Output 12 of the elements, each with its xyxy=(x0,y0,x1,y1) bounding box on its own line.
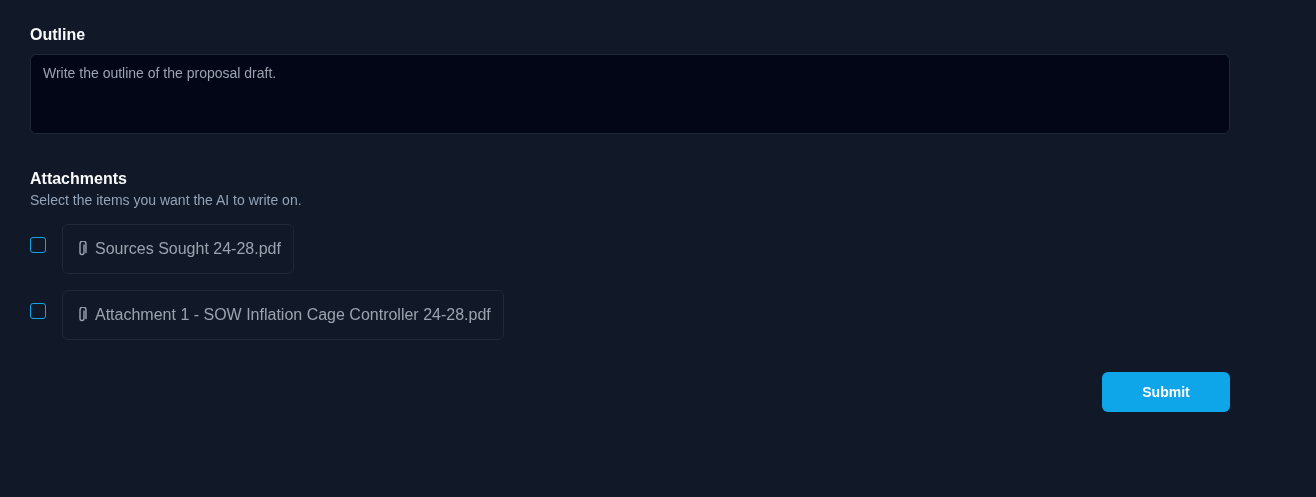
attachment-name: Attachment 1 - SOW Inflation Cage Controller 24-28.pdf xyxy=(95,306,491,324)
attachments-description: Select the items you want the AI to write on. xyxy=(30,192,303,208)
checkbox[interactable] xyxy=(30,303,46,319)
attachment-name: Sources Sought 24-28.pdf xyxy=(95,240,281,258)
outline-label: Outline xyxy=(30,26,87,44)
outline-field[interactable]: Write the outline of the proposal draft. xyxy=(30,54,1230,134)
attachments-title: Attachments xyxy=(30,170,128,188)
paperclip-icon xyxy=(77,241,87,257)
attachment-chip[interactable]: Sources Sought 24-28.pdf xyxy=(62,224,294,274)
checkbox[interactable] xyxy=(30,237,46,253)
paperclip-icon xyxy=(77,307,87,323)
attachment-chip[interactable]: Attachment 1 - SOW Inflation Cage Controller 24-28.pdf xyxy=(62,290,504,340)
